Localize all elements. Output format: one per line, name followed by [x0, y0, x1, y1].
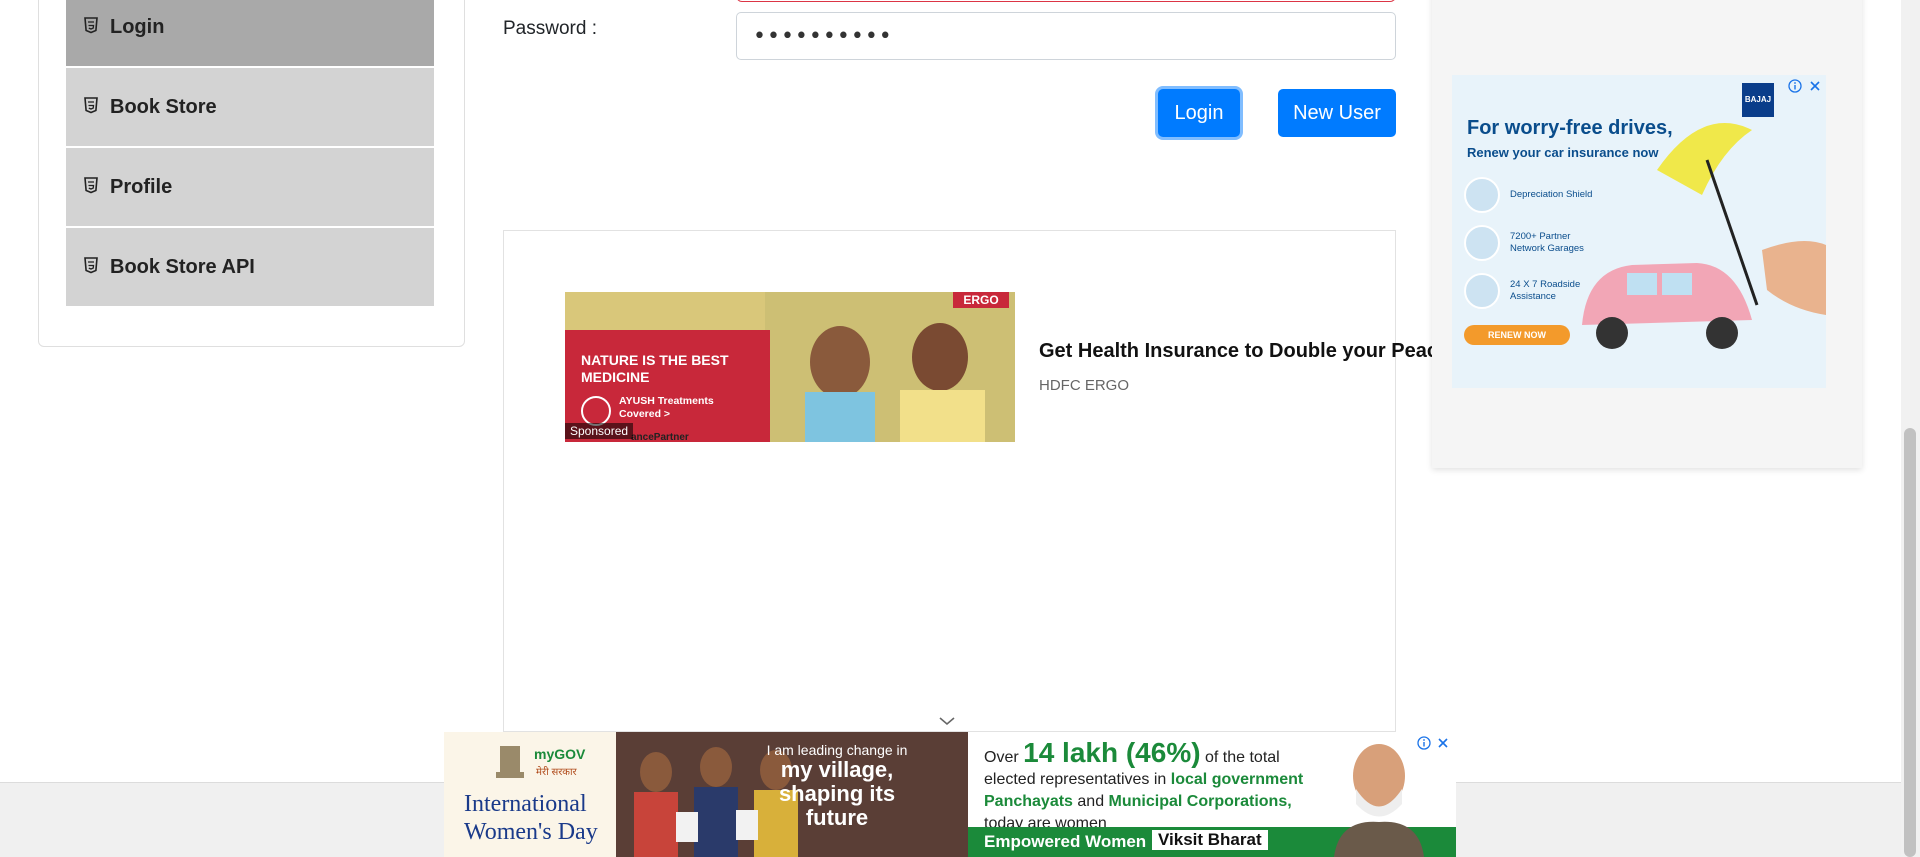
mygov-subtitle: मेरी सरकार	[536, 767, 577, 778]
tow-truck-icon	[1464, 273, 1500, 309]
sidebar-item-label: Book Store	[110, 95, 217, 118]
emblem-icon	[496, 746, 524, 778]
ad-image-headline: NATURE IS THE BEST MEDICINE	[581, 352, 729, 385]
ad-image-brand: ERGO	[953, 292, 1009, 308]
new-user-button[interactable]: New User	[1278, 89, 1396, 137]
ad-info-icon[interactable]	[1786, 77, 1804, 95]
right-ad-subhead: Renew your car insurance now	[1467, 145, 1659, 160]
native-ad[interactable]: NATURE IS THE BEST MEDICINE AYUSH Treatm…	[565, 292, 1465, 442]
feature-item: Depreciation Shield	[1464, 177, 1600, 213]
empowered-women-label: Empowered Women	[984, 832, 1147, 851]
feature-item: 24 X 7 Roadside Assistance	[1464, 273, 1600, 309]
bottom-banner-ad[interactable]: myGOV मेरी सरकार International Women's D…	[444, 732, 1456, 857]
mygov-logo: myGOV	[534, 746, 586, 762]
scrollbar-thumb[interactable]	[1904, 428, 1916, 857]
ad-info-icon[interactable]	[1415, 734, 1433, 752]
bajaj-logo: BAJAJ	[1742, 83, 1774, 117]
banner-stat-text: Over 14 lakh (46%) of the total elected …	[984, 737, 1304, 833]
banner-quote: I am leading change in my village, shapi…	[766, 742, 908, 830]
close-icon[interactable]	[1434, 734, 1452, 752]
sidebar-item-label: Login	[110, 15, 165, 38]
sidebar-item-label: Book Store API	[110, 255, 255, 278]
native-ad-image[interactable]: NATURE IS THE BEST MEDICINE AYUSH Treatm…	[565, 292, 1015, 442]
garage-icon	[1464, 225, 1500, 261]
close-icon[interactable]	[1806, 77, 1824, 95]
sidebar-item-profile[interactable]: Profile	[66, 148, 434, 226]
password-label: Password :	[503, 18, 597, 39]
login-button[interactable]: Login	[1158, 89, 1240, 137]
event-title: International Women's Day	[464, 791, 598, 845]
right-ad-headline: For worry-free drives,	[1467, 117, 1673, 139]
ad-image-sub: AYUSH Treatments Covered >	[619, 395, 714, 420]
shield-icon	[1464, 177, 1500, 213]
right-ad[interactable]: BAJAJ For worry-free drives, Renew your …	[1452, 75, 1826, 388]
renew-now-button[interactable]: RENEW NOW	[1464, 325, 1570, 345]
chevron-down-icon[interactable]	[937, 714, 957, 728]
html5-icon	[84, 257, 102, 277]
ayush-icon	[581, 396, 611, 426]
native-ad-brand[interactable]: HDFC ERGO	[1039, 377, 1129, 394]
username-field-edge[interactable]	[736, 0, 1396, 2]
sponsored-label: Sponsored	[565, 423, 634, 439]
fine-print	[1460, 361, 1820, 381]
native-ad-title[interactable]: Get Health Insurance to Double your Peac	[1039, 340, 1449, 363]
password-field[interactable]	[736, 12, 1396, 60]
sidebar-item-label: Profile	[110, 175, 173, 198]
html5-icon	[84, 97, 102, 117]
feature-item: 7200+ Partner Network Garages	[1464, 225, 1600, 261]
sidebar-item-login[interactable]: Login	[66, 0, 434, 66]
leader-portrait	[1334, 744, 1424, 857]
html5-icon	[84, 17, 102, 37]
html5-icon	[84, 177, 102, 197]
sidebar-item-book-store[interactable]: Book Store	[66, 68, 434, 146]
viksit-bharat-label: Viksit Bharat	[1152, 830, 1268, 850]
sidebar-item-book-store-api[interactable]: Book Store API	[66, 228, 434, 306]
page: Login Book Store Profile Book Store API …	[0, 0, 1920, 857]
ad-image-partner: ancePartner	[631, 432, 689, 442]
